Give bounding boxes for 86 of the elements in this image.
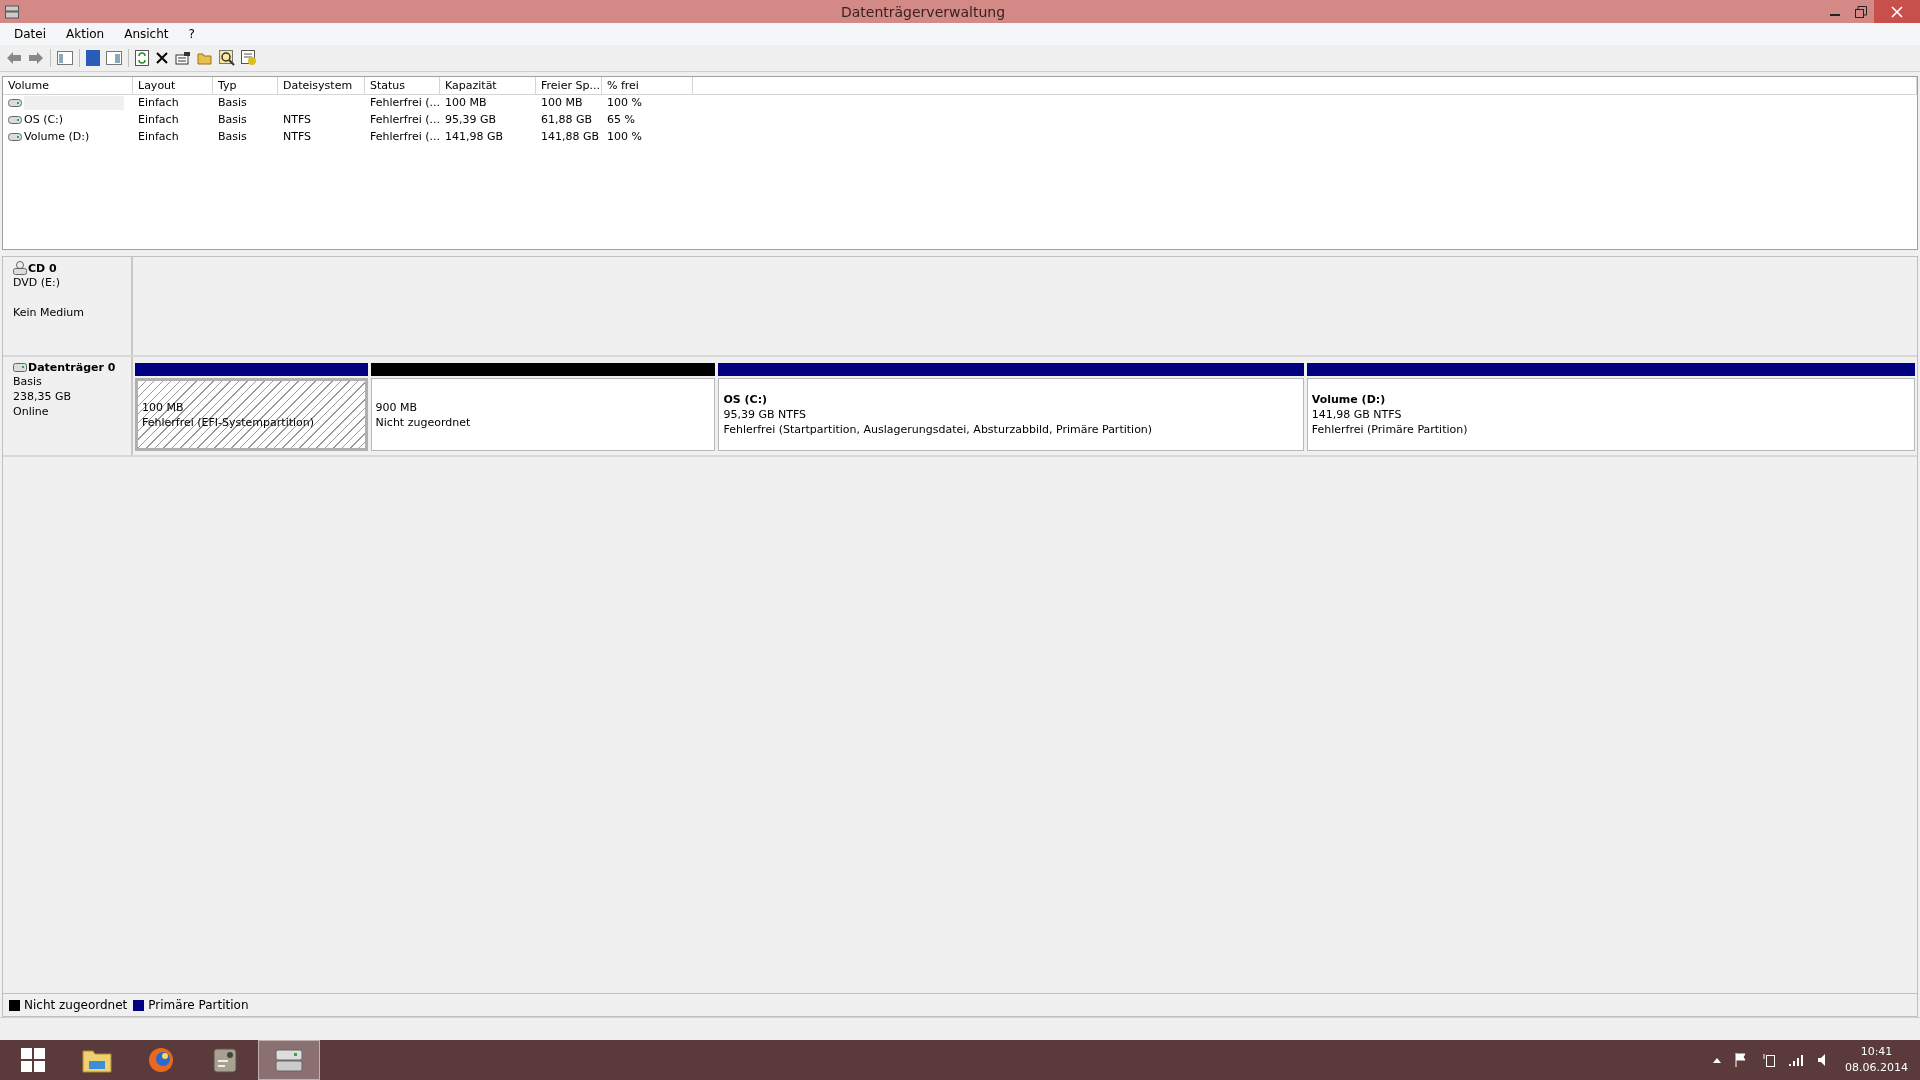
window-title: Datenträgerverwaltung xyxy=(839,3,1007,20)
column-header[interactable]: Freier Sp... xyxy=(536,77,602,95)
partition-title: Volume (D:) xyxy=(1311,392,1387,407)
table-cell-text: Fehlerfrei (... xyxy=(369,130,440,143)
partition-title: OS (C:) xyxy=(723,392,769,407)
table-cell: Volume (D:) xyxy=(24,130,90,143)
tool-icon[interactable] xyxy=(213,1047,237,1073)
window-panel-icon[interactable] xyxy=(106,51,122,65)
partition-size: 100 MB xyxy=(142,399,185,415)
table-cell-text: Fehlerfrei (... xyxy=(369,113,440,126)
column-header[interactable]: Kapazität xyxy=(440,77,536,95)
drive-icon xyxy=(8,132,22,141)
table-cell-text: Einfach xyxy=(137,113,180,126)
menu-item[interactable]: ? xyxy=(178,27,205,41)
table-cell-text: 100 MB xyxy=(444,96,488,109)
back-arrow-icon[interactable] xyxy=(6,51,22,65)
clock-time[interactable]: 10:41 xyxy=(1860,1044,1893,1060)
table-cell-text: 61,88 GB xyxy=(540,113,594,126)
partition[interactable]: 900 MB Nicht zugeordnet xyxy=(370,378,716,451)
legend-label: Nicht zugeordnet xyxy=(24,998,128,1012)
table-cell-text: 100 % xyxy=(606,130,643,143)
table-cell-text: NTFS xyxy=(282,130,313,143)
browser-icon[interactable] xyxy=(148,1047,174,1073)
table-cell-text: Basis xyxy=(217,96,248,109)
settings-icon[interactable] xyxy=(241,50,257,66)
table-cell-text: 65 % xyxy=(606,113,636,126)
console-tree-icon[interactable] xyxy=(57,51,73,65)
drive-icon[interactable] xyxy=(274,1047,304,1073)
refresh-icon[interactable] xyxy=(135,50,149,66)
partition-status: Fehlerfrei (Primäre Partition) xyxy=(1311,422,1469,437)
signal-bars-icon[interactable] xyxy=(1789,1054,1803,1066)
table-cell-text: 100 MB xyxy=(540,96,584,109)
column-header[interactable]: Dateisystem xyxy=(278,77,365,95)
clock-date[interactable]: 08.06.2014 xyxy=(1845,1060,1908,1076)
disk-info: Kein Medium xyxy=(13,305,85,320)
close-icon[interactable] xyxy=(155,51,169,65)
table-cell-text: Basis xyxy=(217,130,248,143)
restore-icon[interactable] xyxy=(1855,5,1867,18)
table-cell: OS (C:) xyxy=(24,113,64,126)
menu-item[interactable]: Datei xyxy=(4,27,56,41)
drive-icon xyxy=(8,115,22,124)
hard-drive-icon xyxy=(13,363,27,372)
magnifier-icon[interactable] xyxy=(219,50,235,66)
partition-size: 95,39 GB NTFS xyxy=(723,407,808,422)
disk-info: DVD (E:) xyxy=(13,275,61,290)
column-header[interactable]: Typ xyxy=(213,77,278,95)
disk-name: CD 0 xyxy=(28,261,57,275)
taskbar-button[interactable] xyxy=(258,1040,320,1080)
disk-info: 238,35 GB xyxy=(13,389,73,404)
table-cell-text: 141,88 GB xyxy=(540,130,601,143)
app-icon xyxy=(5,4,19,19)
battery-icon[interactable] xyxy=(1763,1053,1775,1067)
folder-icon[interactable] xyxy=(82,1047,112,1073)
flag-icon[interactable] xyxy=(1735,1053,1749,1067)
disk-info: Online xyxy=(13,404,50,419)
properties-icon[interactable] xyxy=(175,51,191,65)
table-cell-text: NTFS xyxy=(282,113,313,126)
partition-status: Fehlerfrei (Startpartition, Auslagerungsdatei, Absturzabbild, Primäre Partition) xyxy=(723,422,1154,437)
partition-size: 141,98 GB NTFS xyxy=(1311,407,1403,422)
table-cell-text: Einfach xyxy=(137,96,180,109)
table-cell-text: Basis xyxy=(217,113,248,126)
partition-status: Fehlerfrei (EFI-Systempartition) xyxy=(142,414,316,430)
partition[interactable]: OS (C:) 95,39 GB NTFS Fehlerfrei (Startpartition, Auslagerungsdatei, Absturzabbild, Primäre Partition) xyxy=(718,378,1304,451)
column-header[interactable]: Status xyxy=(365,77,440,95)
drive-icon xyxy=(8,98,22,107)
menu-item[interactable]: Aktion xyxy=(56,27,115,41)
table-cell-text: 95,39 GB xyxy=(444,113,498,126)
partition-status: Nicht zugeordnet xyxy=(375,414,472,430)
partition-size: 900 MB xyxy=(375,399,419,415)
table-cell-text: Fehlerfrei (... xyxy=(369,96,440,109)
disk-name: Datenträger 0 xyxy=(28,361,116,374)
column-header[interactable]: % frei xyxy=(602,77,693,95)
disk-info: Basis xyxy=(13,374,43,389)
table-cell-text: Einfach xyxy=(137,130,180,143)
partition[interactable]: Volume (D:) 141,98 GB NTFS Fehlerfrei (Primäre Partition) xyxy=(1306,378,1915,451)
menu-item[interactable]: Ansicht xyxy=(114,27,179,41)
partition[interactable]: 100 MB Fehlerfrei (EFI-Systempartition) xyxy=(135,378,368,451)
forward-arrow-icon[interactable] xyxy=(28,51,44,65)
open-folder-icon[interactable] xyxy=(197,51,213,65)
caret-up-icon[interactable] xyxy=(1713,1057,1721,1063)
table-cell-text: 141,98 GB xyxy=(444,130,505,143)
column-header[interactable]: Volume xyxy=(3,77,133,95)
column-header[interactable]: Layout xyxy=(133,77,213,95)
legend-label: Primäre Partition xyxy=(148,998,249,1012)
windows-start-icon[interactable] xyxy=(20,1047,46,1073)
table-cell-text: 100 % xyxy=(606,96,643,109)
